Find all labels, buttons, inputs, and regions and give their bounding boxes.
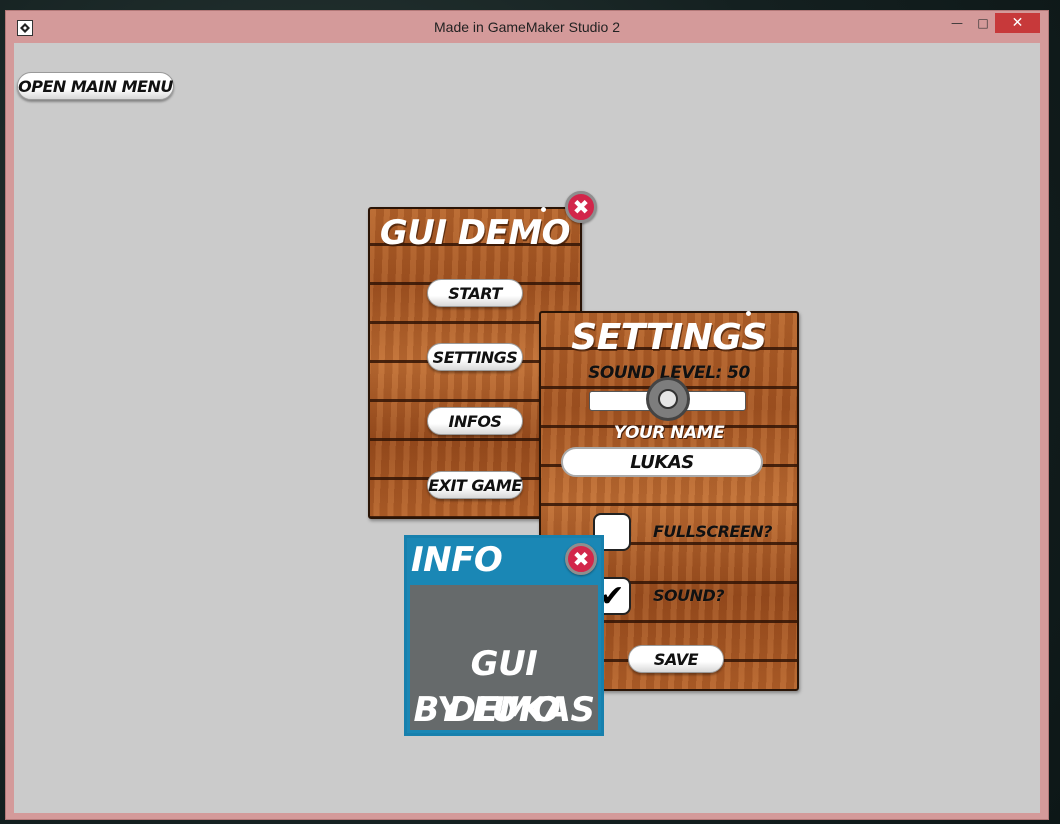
exit-game-button[interactable]: EXIT GAME (427, 471, 523, 499)
info-text-line-2: BY LUKAS (413, 690, 595, 730)
window-title: Made in GameMaker Studio 2 (434, 19, 620, 35)
main-menu-title: GUI DEMO (379, 213, 571, 253)
maximize-button[interactable]: □ (970, 13, 996, 33)
name-input[interactable]: LUKAS (561, 447, 763, 477)
settings-title: SETTINGS (571, 317, 767, 358)
slider-knob-handle[interactable] (645, 377, 690, 421)
open-main-menu-button[interactable]: OPEN MAIN MENU (17, 72, 174, 100)
fullscreen-label: FULLSCREEN? (653, 522, 772, 541)
nail-decoration (746, 311, 751, 316)
nail-decoration (541, 207, 546, 212)
game-window: Made in GameMaker Studio 2 — □ ✕ OPEN MA… (5, 10, 1049, 820)
start-button[interactable]: START (427, 279, 523, 307)
game-canvas: OPEN MAIN MENU GUI DEMO START SETTINGS I… (14, 43, 1040, 813)
infos-button[interactable]: INFOS (427, 407, 523, 435)
your-name-label: YOUR NAME (613, 423, 725, 443)
sound-label: SOUND? (653, 586, 725, 605)
minimize-button[interactable]: — (944, 13, 970, 33)
settings-button[interactable]: SETTINGS (427, 343, 523, 371)
info-close-icon[interactable]: ✖ (565, 543, 597, 575)
title-bar[interactable]: Made in GameMaker Studio 2 — □ ✕ (6, 11, 1048, 43)
info-body: GUI DEMO BY LUKAS (410, 585, 598, 730)
save-button[interactable]: SAVE (628, 645, 724, 673)
close-window-button[interactable]: ✕ (995, 13, 1040, 33)
main-menu-close-icon[interactable]: ✖ (565, 191, 597, 223)
info-title: INFO (411, 540, 503, 580)
